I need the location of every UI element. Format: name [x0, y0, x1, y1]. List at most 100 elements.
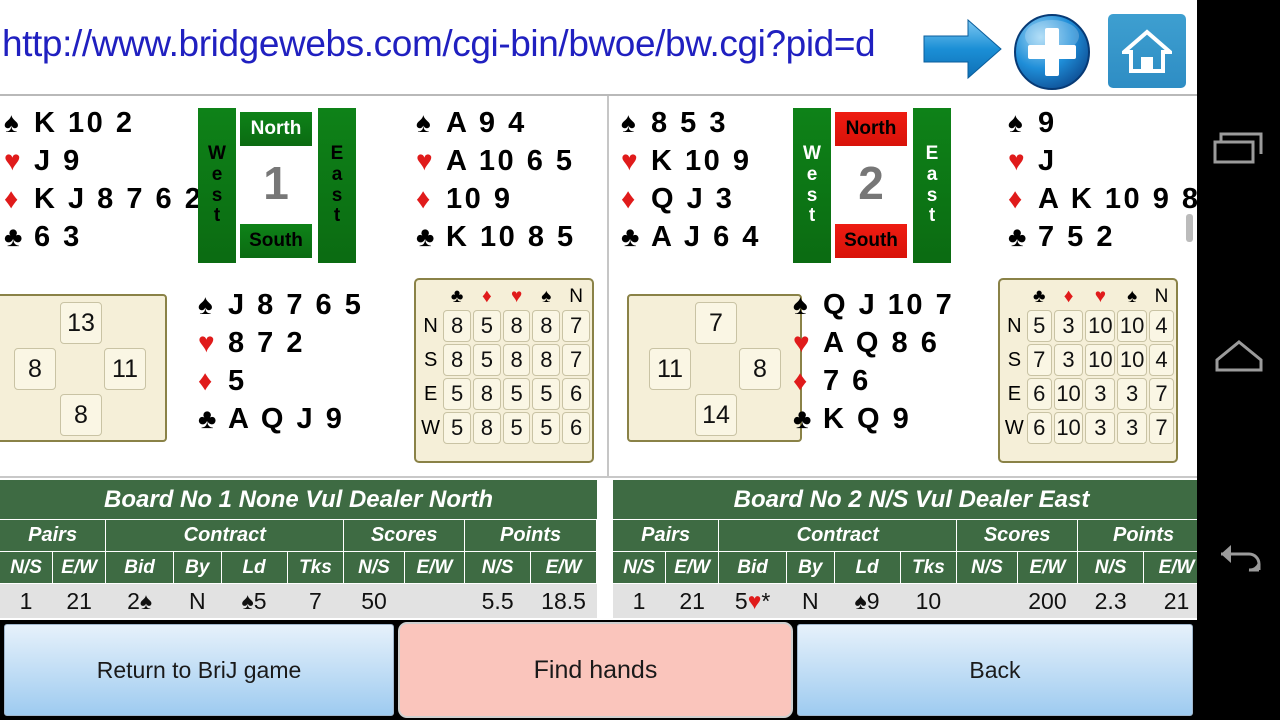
heart-icon: ♥ [1094, 286, 1106, 307]
results-row[interactable]: 1 21 2 ♠ N ♠ 5 7 50 5.5 18.5 [0, 584, 598, 618]
corner-cell [1004, 286, 1025, 308]
url-input[interactable]: http://www.bridgewebs.com/cgi-bin/bwoe/b… [2, 13, 912, 75]
heart-icon: ♥ [1008, 145, 1025, 176]
spade-icon: ♠ [416, 107, 431, 138]
hcp-panel-board1: 13 8 11 8 [0, 294, 167, 442]
col-points-ew: E/W [1144, 552, 1197, 584]
vertical-scrollbar[interactable] [1186, 214, 1193, 242]
android-nav-bar [1197, 0, 1280, 720]
return-to-brij-button[interactable]: Return to BriJ game [4, 624, 394, 716]
hcp-south: 8 [60, 394, 102, 436]
home-nav-icon[interactable] [1211, 328, 1267, 384]
home-icon[interactable] [1108, 14, 1186, 88]
row-label: N [1007, 314, 1022, 337]
makeable-cell: 5 [502, 412, 531, 444]
board-2: ♠ 8 5 3 ♥ K 10 9 ♦ Q J 3 ♣ A J 6 4 W e s… [613, 96, 1197, 478]
cards-hearts: J 9 [34, 144, 82, 177]
col-score-ns: N/S [957, 552, 1018, 584]
back-nav-icon[interactable] [1211, 532, 1267, 588]
makeable-cell: 6 [562, 412, 590, 444]
diamond-icon: ♦ [416, 183, 431, 214]
compass-south: South [240, 224, 312, 258]
spade-icon: ♠ [541, 286, 552, 307]
hand-west-board1: ♠ K 10 2 ♥ J 9 ♦ K J 8 7 6 2 ♣ 6 3 [4, 104, 203, 256]
find-hands-button[interactable]: Find hands [398, 622, 793, 718]
suit-row-clubs: ♣ A Q J 9 [198, 400, 363, 438]
arrow-right-icon[interactable] [920, 14, 1005, 84]
makeable-cell: 3 [1117, 412, 1148, 444]
makeable-cell: 5 [472, 310, 501, 342]
hcp-east: 8 [739, 348, 781, 390]
compass-east: E a s t [913, 108, 951, 263]
makeable-contracts-board1: ♣ ♦ ♥ ♠ N N 8 5 8 8 7 S 8 5 8 8 7 E 5 8 … [414, 278, 594, 463]
col-ns-pair: N/S [0, 552, 54, 584]
suit-row-diamonds: ♦ 7 6 [793, 362, 954, 400]
cards-clubs: 7 5 2 [1038, 220, 1115, 253]
makeable-cell: 3 [1085, 378, 1116, 410]
cards-hearts: 8 7 2 [228, 326, 305, 359]
col-lead: Ld [834, 552, 901, 584]
cards-clubs: K Q 9 [823, 402, 912, 435]
diamond-icon: ♦ [4, 183, 19, 214]
row-label: E [423, 382, 438, 405]
results-title: Board No 2 N/S Vul Dealer East [613, 480, 1197, 520]
cell-points-ew: 18.5 [531, 584, 598, 618]
compass-east-label-2: a [331, 163, 343, 185]
hcp-east: 11 [104, 348, 146, 390]
makeable-cell: 5 [532, 378, 561, 410]
hand-east-board1: ♠ A 9 4 ♥ A 10 6 5 ♦ 10 9 ♣ K 10 8 5 [416, 104, 576, 256]
recent-apps-icon[interactable] [1211, 122, 1267, 178]
cell-tricks: 7 [288, 584, 345, 618]
house-glyph [1122, 29, 1172, 73]
compass-east-label-1: E [925, 143, 939, 165]
suit-row-clubs: ♣ K Q 9 [793, 400, 954, 438]
group-pairs: Pairs [0, 520, 107, 552]
makeable-cell: 3 [1053, 310, 1084, 342]
col-lead: Ld [221, 552, 288, 584]
makeable-cell: 10 [1053, 412, 1084, 444]
club-icon: ♣ [450, 286, 464, 307]
compass-east-label-1: E [330, 143, 344, 165]
heart-icon: ♥ [198, 327, 215, 358]
cell-ew-pair: 21 [666, 584, 720, 618]
url-bar: http://www.bridgewebs.com/cgi-bin/bwoe/b… [0, 0, 1197, 96]
makeable-contracts-board2: ♣ ♦ ♥ ♠ N N 5 3 10 10 4 S 7 3 10 10 4 E … [998, 278, 1178, 463]
makeable-row: W 5 8 5 5 6 [420, 412, 590, 444]
back-button[interactable]: Back [797, 624, 1193, 716]
makeable-row: S 8 5 8 8 7 [420, 344, 590, 376]
cell-score-ew [405, 584, 466, 618]
makeable-table: ♣ ♦ ♥ ♠ N N 5 3 10 10 4 S 7 3 10 10 4 E … [1002, 284, 1176, 446]
heart-icon: ♥ [416, 145, 433, 176]
makeable-row: E 5 8 5 5 6 [420, 378, 590, 410]
cell-by: N [174, 584, 222, 618]
cards-spades: K 10 2 [34, 106, 135, 139]
lead-card: 5 [253, 587, 267, 614]
spade-icon: ♠ [4, 107, 19, 138]
makeable-cell: 5 [502, 378, 531, 410]
col-ew-pair: E/W [53, 552, 107, 584]
row-label: N [423, 314, 438, 337]
compass-west-label-2: e [806, 163, 818, 185]
results-row[interactable]: 1 21 5 ♥ * N ♠ 9 10 200 2.3 21 [613, 584, 1197, 618]
club-icon: ♣ [621, 221, 640, 252]
col-score-ew: E/W [1017, 552, 1079, 584]
makeable-cell: 3 [1053, 344, 1084, 376]
makeable-cell: 10 [1117, 344, 1148, 376]
col-score-ew: E/W [404, 552, 466, 584]
notrump-label: N [1154, 286, 1169, 307]
cell-ns-pair: 1 [613, 584, 667, 618]
makeable-row: W 6 10 3 3 7 [1004, 412, 1174, 444]
suit-row-spades: ♠ 8 5 3 [621, 104, 761, 142]
cards-hearts: A 10 6 5 [446, 144, 575, 177]
cards-diamonds: 5 [228, 364, 247, 397]
compass-north: North [240, 112, 312, 146]
suit-row-diamonds: ♦ 10 9 [416, 180, 576, 218]
boards-panel: ♠ K 10 2 ♥ J 9 ♦ K J 8 7 6 2 ♣ 6 3 W e s… [0, 96, 1197, 478]
spade-icon: ♠ [198, 289, 213, 320]
makeable-cell: 10 [1085, 344, 1116, 376]
cell-tricks: 10 [901, 584, 958, 618]
compass-east-label-4: t [928, 205, 936, 227]
row-label: E [1007, 382, 1022, 405]
suit-row-diamonds: ♦ K J 8 7 6 2 [4, 180, 203, 218]
plus-icon[interactable] [1012, 12, 1092, 92]
